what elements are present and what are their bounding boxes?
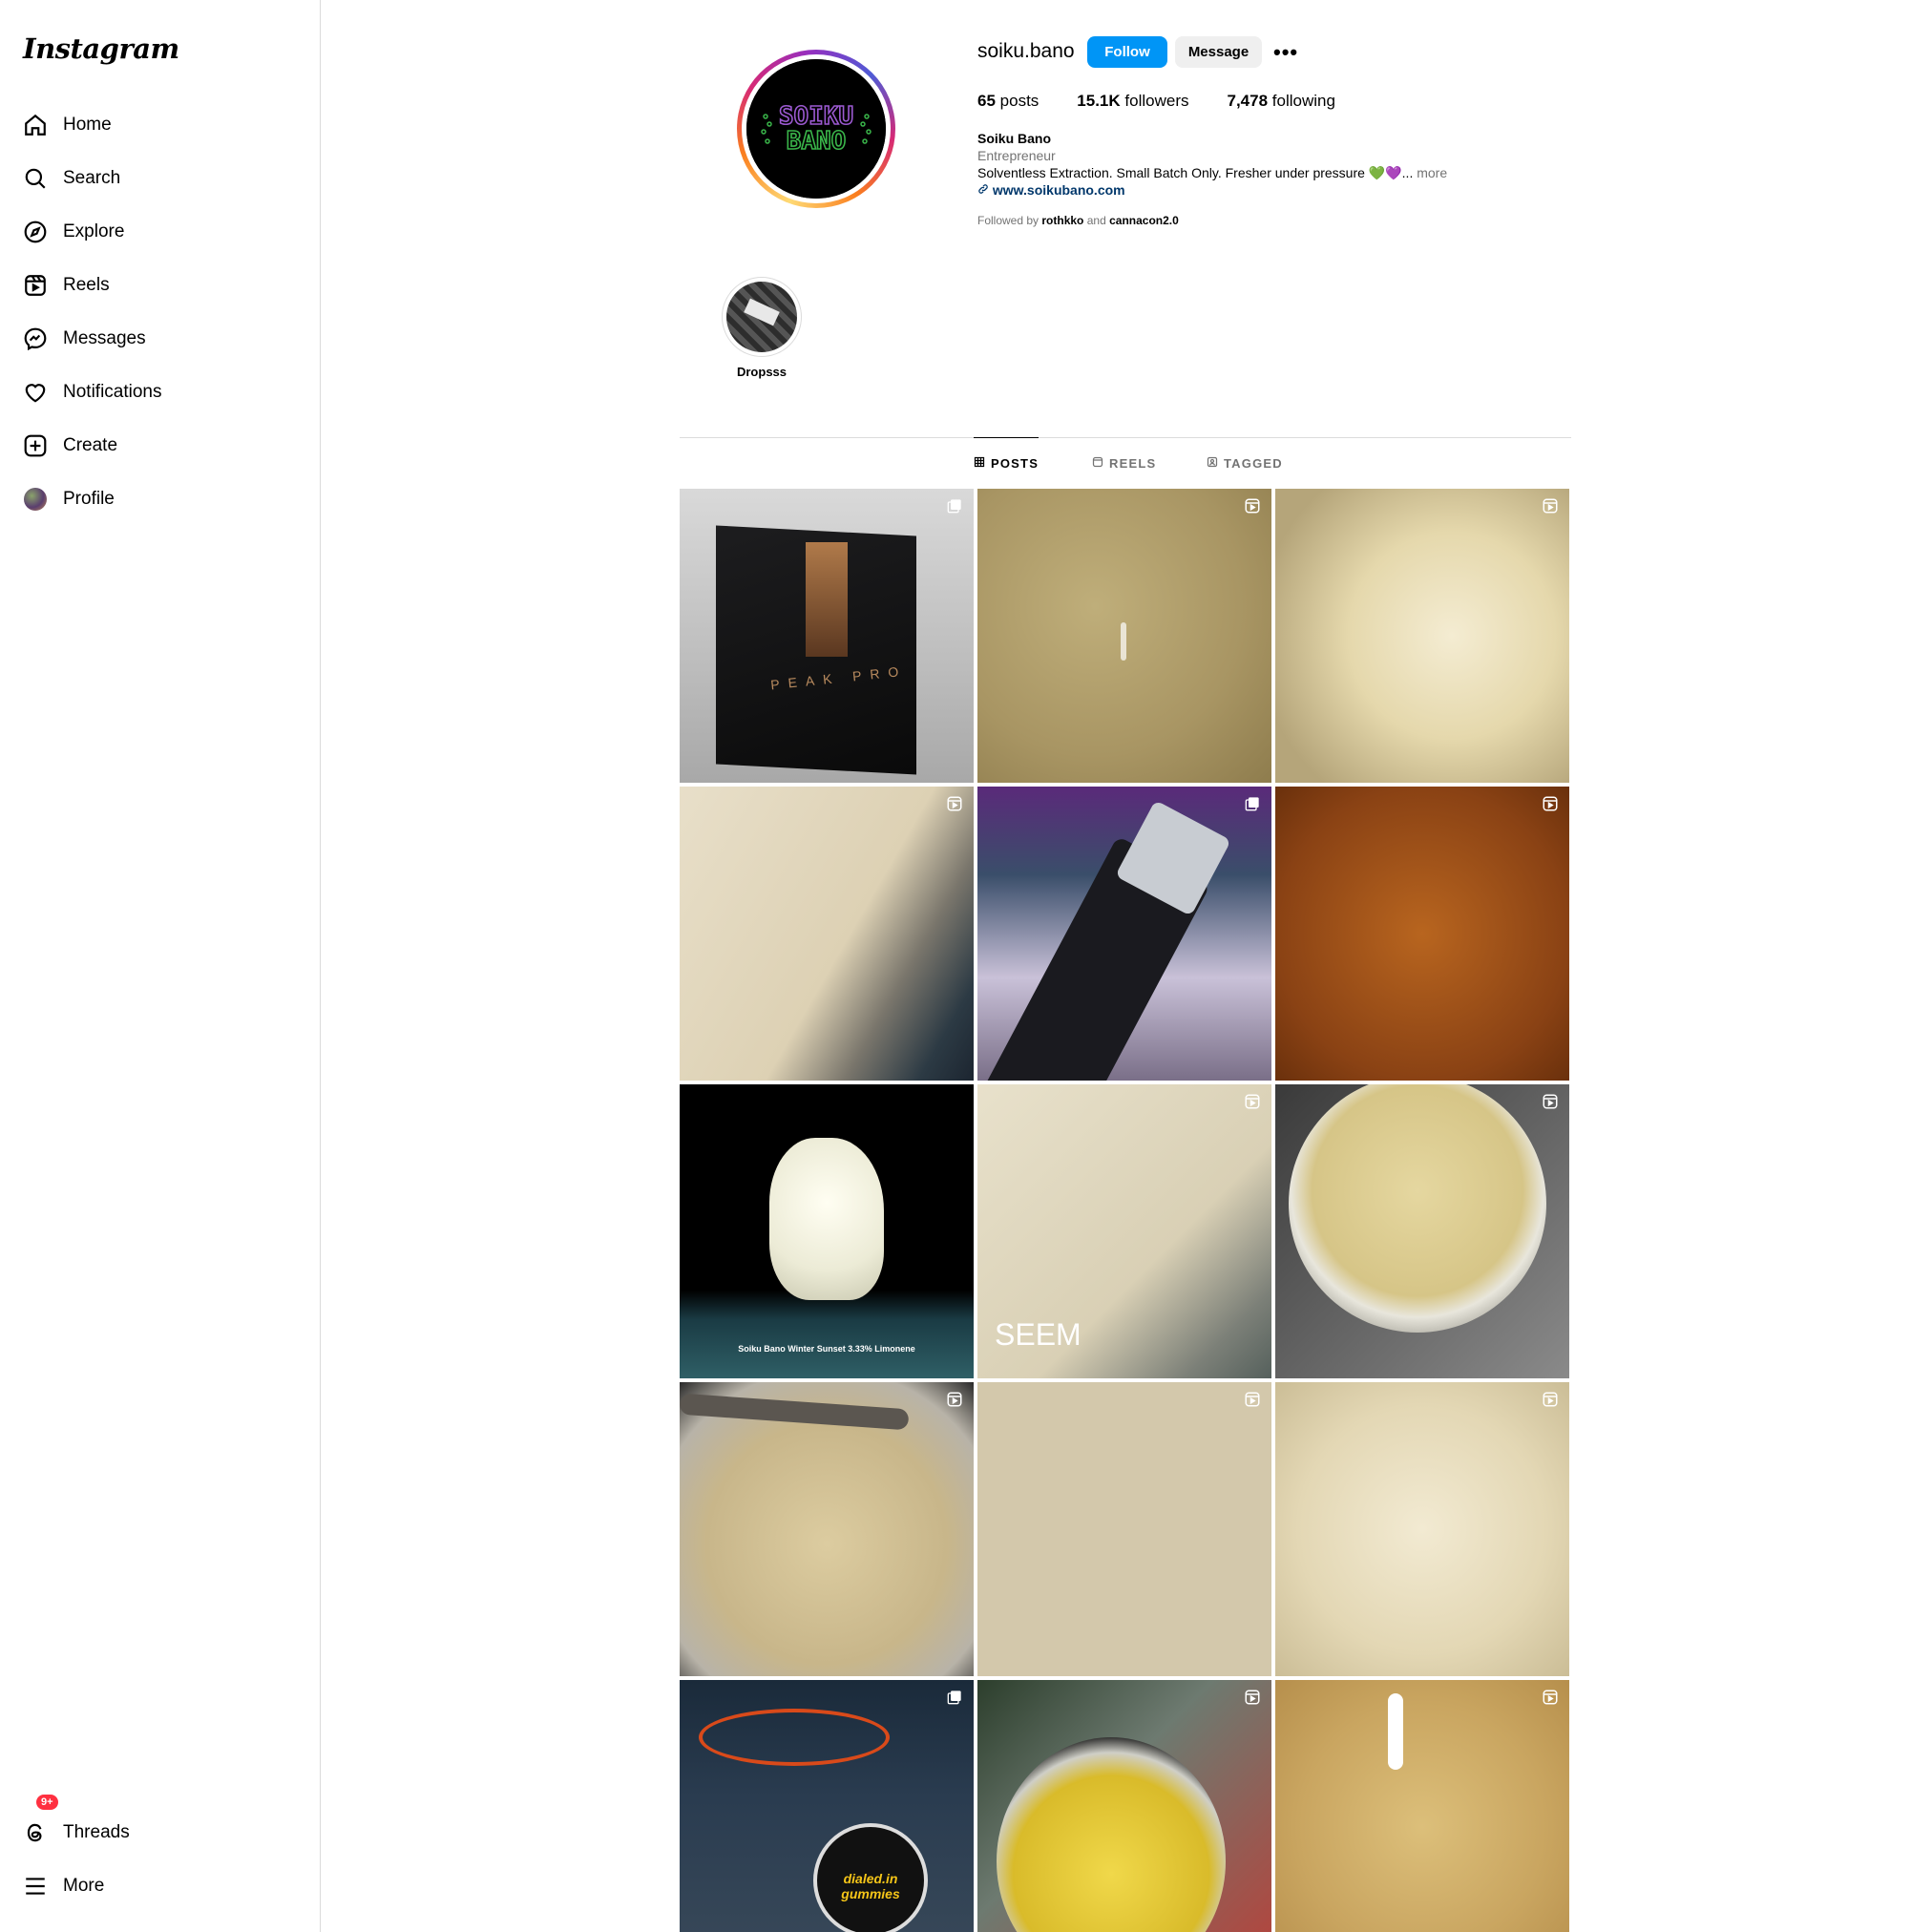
post-overlay-text: SEEM xyxy=(995,1317,1082,1352)
reel-icon xyxy=(1243,496,1262,515)
post-tile[interactable] xyxy=(1275,1680,1569,1932)
home-icon xyxy=(23,113,48,137)
bio-link-row[interactable]: www.soikubano.com xyxy=(977,181,1447,199)
instagram-logo[interactable]: Instagram xyxy=(23,32,179,65)
reel-icon xyxy=(1243,1688,1262,1707)
profile-full-name: Soiku Bano xyxy=(977,131,1052,146)
posts-count: 65 posts xyxy=(977,92,1040,110)
tabs-divider xyxy=(680,437,1571,438)
sidebar-item-reels[interactable]: Reels xyxy=(0,259,320,312)
post-tile[interactable] xyxy=(1275,1084,1569,1378)
grid-icon xyxy=(974,456,985,471)
reels-icon xyxy=(23,273,48,298)
follow-button[interactable]: Follow xyxy=(1087,36,1167,68)
sidebar-item-label: Messages xyxy=(63,328,146,348)
search-icon xyxy=(23,166,48,191)
post-tile[interactable] xyxy=(680,787,974,1081)
plus-square-icon xyxy=(23,433,48,458)
threads-icon xyxy=(23,1820,48,1845)
compass-icon xyxy=(23,220,48,244)
reel-icon xyxy=(945,1390,964,1409)
post-tile[interactable] xyxy=(1275,489,1569,783)
post-tile[interactable] xyxy=(1275,787,1569,1081)
post-tile[interactable] xyxy=(977,1382,1271,1676)
website-link[interactable]: www.soikubano.com xyxy=(993,182,1125,198)
sidebar-item-label: Search xyxy=(63,168,121,188)
reel-icon xyxy=(1541,1688,1560,1707)
reel-icon xyxy=(1243,1092,1262,1111)
followers-count[interactable]: 15.1K followers xyxy=(1077,92,1188,111)
story-highlight[interactable]: Dropsss xyxy=(722,277,802,379)
sidebar-item-explore[interactable]: Explore xyxy=(0,205,320,259)
tab-posts[interactable]: POSTS xyxy=(974,437,1040,477)
post-tile[interactable]: dialed.in gummies xyxy=(680,1680,974,1932)
post-tile[interactable] xyxy=(977,1680,1271,1932)
profile-username: soiku.bano xyxy=(977,40,1075,62)
post-tile[interactable]: PEAK PRO xyxy=(680,489,974,783)
post-tile[interactable] xyxy=(680,1382,974,1676)
sidebar-item-label: Home xyxy=(63,115,112,135)
sidebar-item-label: Notifications xyxy=(63,382,162,402)
reel-icon xyxy=(945,794,964,813)
profile-picture[interactable]: SOIKU BANO xyxy=(737,50,895,208)
sidebar-item-search[interactable]: Search xyxy=(0,152,320,205)
carousel-icon xyxy=(1243,794,1262,813)
bio-more-link[interactable]: more xyxy=(1417,165,1447,180)
reel-icon xyxy=(1243,1390,1262,1409)
sidebar-item-label: Create xyxy=(63,435,118,455)
post-tile[interactable]: Soiku Bano Winter Sunset 3.33% Limonene xyxy=(680,1084,974,1378)
sidebar: Instagram Home Search Explore Reels Mess… xyxy=(0,0,321,1932)
reel-icon xyxy=(1541,1092,1560,1111)
avatar-text-2: BANO xyxy=(787,127,847,156)
carousel-icon xyxy=(945,1688,964,1707)
message-button[interactable]: Message xyxy=(1175,36,1262,68)
highlight-label: Dropsss xyxy=(736,365,788,379)
sidebar-item-create[interactable]: Create xyxy=(0,419,320,472)
sidebar-item-more[interactable]: More xyxy=(0,1859,320,1913)
post-tile[interactable] xyxy=(977,489,1271,783)
link-icon xyxy=(977,182,989,198)
post-tile[interactable] xyxy=(977,787,1271,1081)
post-overlay-text: Soiku Bano Winter Sunset 3.33% Limonene xyxy=(738,1344,915,1354)
profile-stats: 65 posts 15.1K followers 7,478 following xyxy=(977,92,1335,111)
post-tile[interactable] xyxy=(1275,1382,1569,1676)
avatar xyxy=(23,487,48,512)
profile-category: Entrepreneur xyxy=(977,148,1056,163)
heart-icon xyxy=(23,380,48,405)
sidebar-bottom: 9+ Threads More xyxy=(0,1793,320,1913)
sidebar-item-label: More xyxy=(63,1876,105,1896)
profile-bio: Soiku Bano Entrepreneur Solventless Extr… xyxy=(977,130,1447,199)
profile-avatar-logo: SOIKU BANO xyxy=(746,59,886,199)
highlight-cover xyxy=(726,282,797,352)
messenger-icon xyxy=(23,326,48,351)
sidebar-item-label: Profile xyxy=(63,489,115,509)
sidebar-nav: Home Search Explore Reels Messages Notif… xyxy=(0,98,320,526)
carousel-icon xyxy=(945,496,964,515)
reels-icon xyxy=(1092,456,1103,471)
hamburger-icon xyxy=(23,1874,48,1899)
sidebar-item-messages[interactable]: Messages xyxy=(0,312,320,366)
sidebar-item-label: Threads xyxy=(63,1822,130,1842)
reel-icon xyxy=(1541,794,1560,813)
tab-reels[interactable]: REELS xyxy=(1092,449,1156,477)
sidebar-item-threads[interactable]: 9+ Threads xyxy=(0,1793,320,1859)
reel-icon xyxy=(1541,1390,1560,1409)
sidebar-item-label: Explore xyxy=(63,221,125,242)
tagged-icon xyxy=(1207,456,1218,471)
sidebar-item-home[interactable]: Home xyxy=(0,98,320,152)
following-count[interactable]: 7,478 following xyxy=(1228,92,1335,111)
post-grid: PEAK PRO Soiku Bano Winter Sunset 3.33% … xyxy=(680,489,1569,1932)
notification-badge: 9+ xyxy=(34,1793,60,1812)
post-tile[interactable]: SEEM xyxy=(977,1084,1271,1378)
reel-icon xyxy=(1541,496,1560,515)
bio-text-line: Solventless Extraction. Small Batch Only… xyxy=(977,164,1447,181)
sidebar-item-label: Reels xyxy=(63,275,110,295)
tab-tagged[interactable]: TAGGED xyxy=(1207,449,1283,477)
sidebar-item-profile[interactable]: Profile xyxy=(0,472,320,526)
sidebar-item-notifications[interactable]: Notifications xyxy=(0,366,320,419)
bio-text: Solventless Extraction. Small Batch Only… xyxy=(977,165,1414,180)
more-options-icon[interactable]: ••• xyxy=(1273,40,1298,65)
followed-by[interactable]: Followed by rothkko and cannacon2.0 xyxy=(977,214,1179,227)
post-overlay-text: dialed.in gummies xyxy=(841,1871,900,1901)
